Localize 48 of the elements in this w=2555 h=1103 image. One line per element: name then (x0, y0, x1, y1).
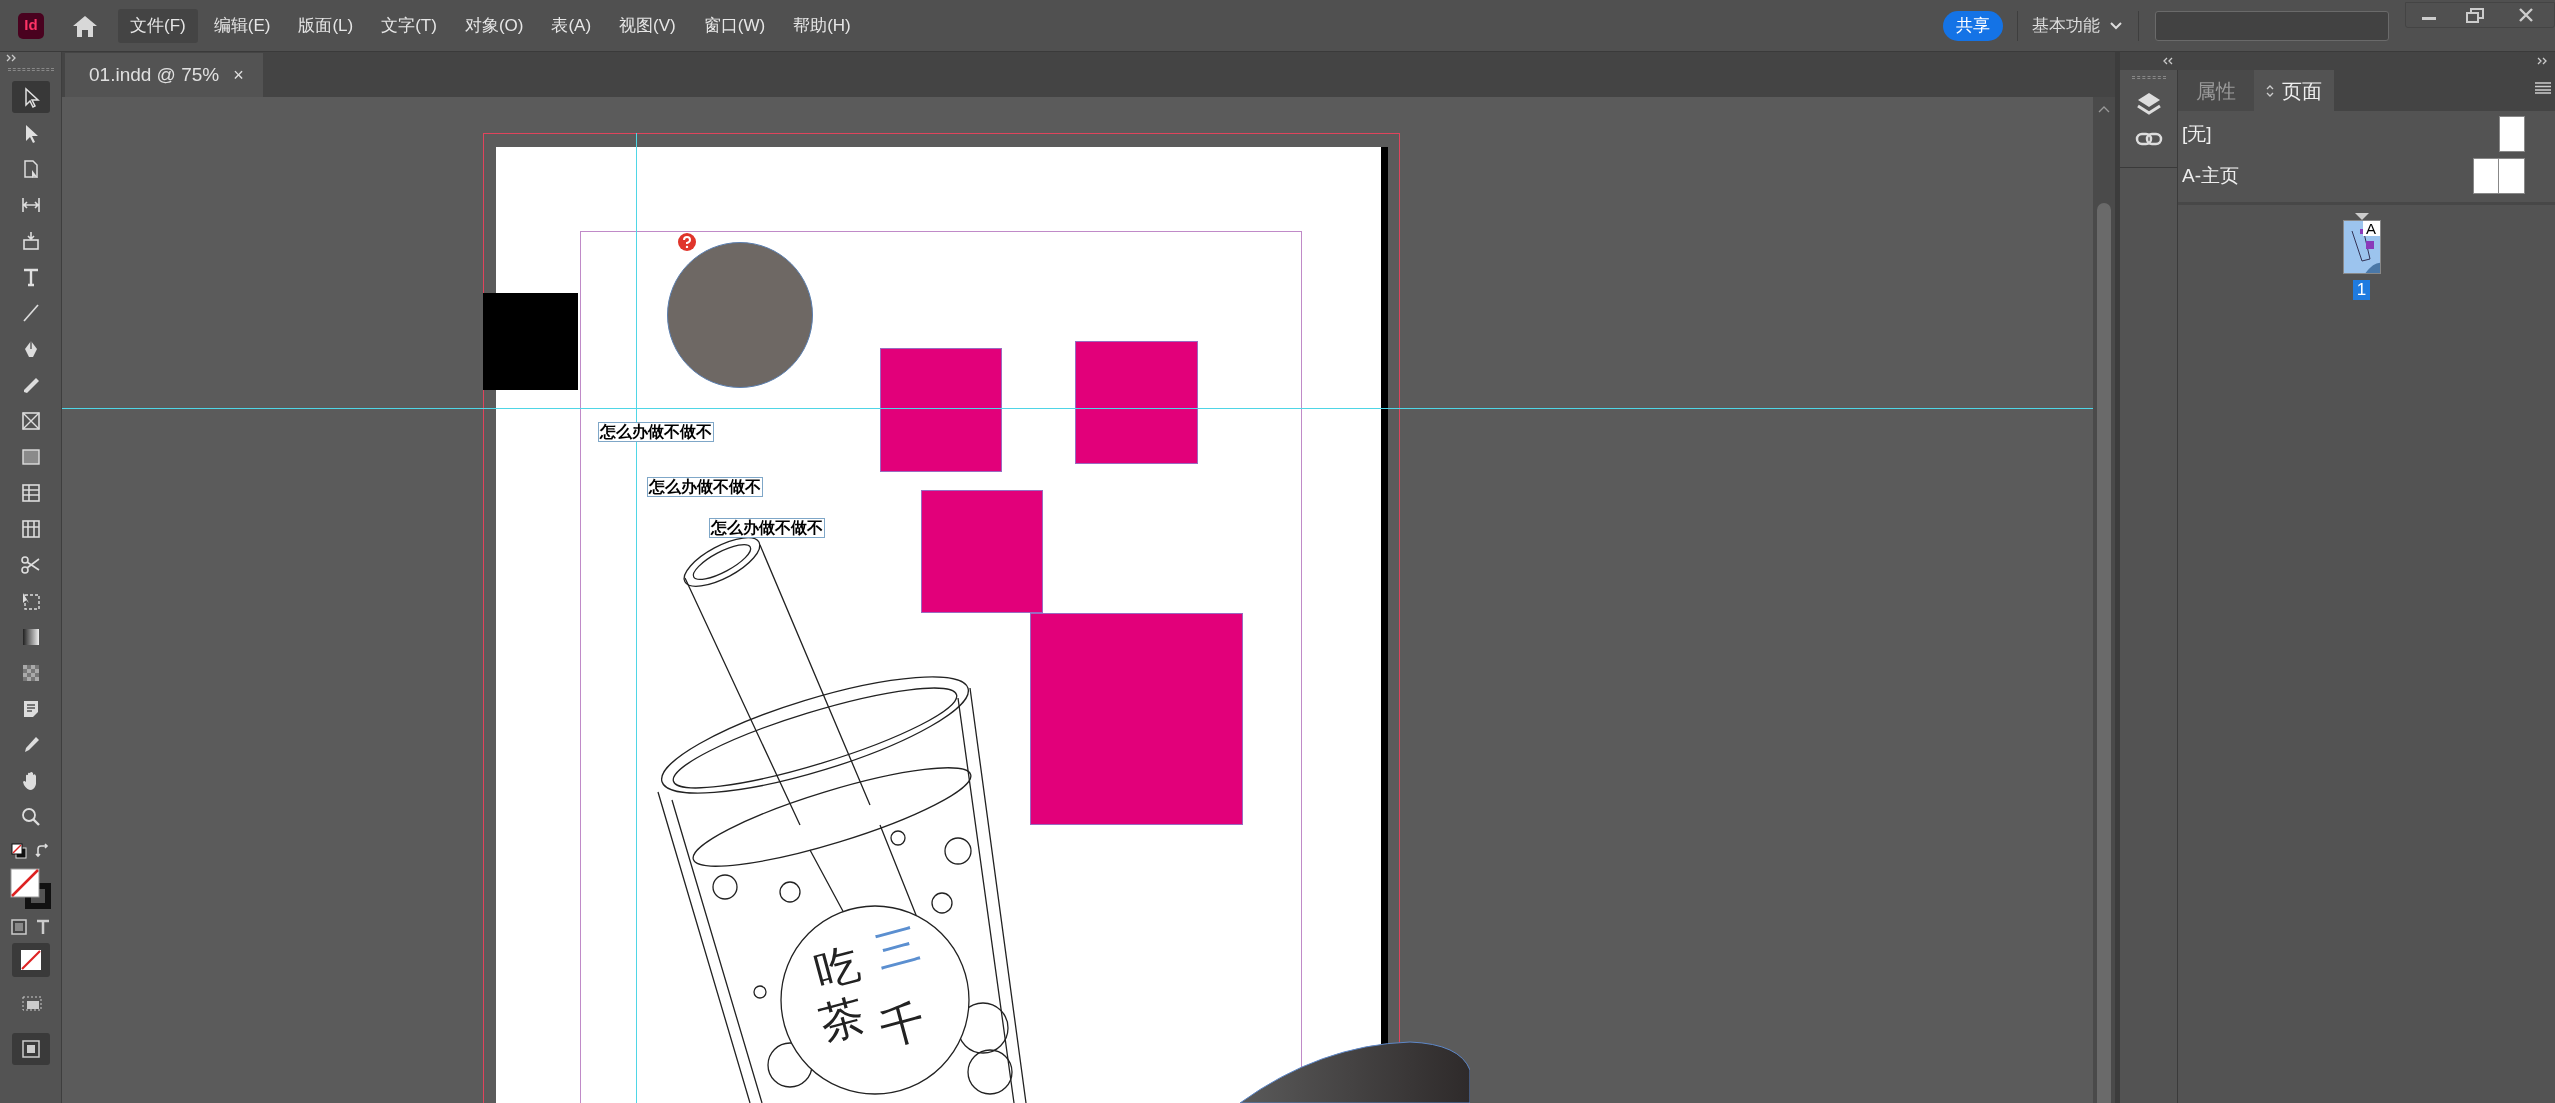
workspace-switcher[interactable]: 基本功能 (2032, 12, 2122, 39)
text-frame: 怎么办做不做不 (647, 477, 763, 497)
container-icon[interactable] (10, 919, 27, 935)
menu-item[interactable]: 表(A) (539, 8, 604, 43)
text-format-icon[interactable] (34, 919, 51, 935)
menu-item[interactable]: 对象(O) (452, 8, 536, 43)
expand-icon[interactable] (2537, 57, 2549, 65)
layers-icon[interactable] (2135, 91, 2162, 117)
master-row[interactable]: A-主页 (2178, 155, 2555, 197)
master-prefix: A (2362, 221, 2380, 236)
search-field[interactable] (2155, 10, 2389, 41)
page-thumbnail (2499, 116, 2525, 152)
text-frame: 怎么办做不做不 (598, 422, 714, 442)
menu-item[interactable]: 视图(V) (607, 8, 688, 43)
share-button[interactable]: 共享 (1943, 10, 2003, 41)
menu-item[interactable]: 文字(T) (369, 8, 449, 43)
menu-item[interactable]: 编辑(E) (201, 8, 283, 43)
menu-item[interactable]: 版面(L) (286, 8, 366, 43)
document-tab[interactable]: 01.indd @ 75% × (65, 53, 263, 97)
master-row[interactable]: [无] (2178, 113, 2555, 155)
tab-title[interactable]: 01.indd @ 75% (89, 60, 220, 90)
expand-icon[interactable] (6, 54, 18, 62)
menu-item[interactable]: 文件(F) (118, 8, 198, 43)
screen-mode-icon[interactable] (11, 1033, 50, 1065)
panel-tab[interactable]: 页面 (2254, 70, 2334, 111)
fill-stroke-swatch[interactable] (8, 867, 53, 911)
chevron-down-icon[interactable] (2110, 21, 2122, 30)
app-logo: Id (18, 12, 44, 39)
page-number[interactable]: 1 (2352, 280, 2371, 300)
logo-character: 三 (869, 917, 926, 978)
text-frame: 怎么办做不做不 (709, 518, 825, 538)
collapse-icon[interactable] (2162, 57, 2174, 65)
menu-item[interactable]: 帮助(H) (781, 8, 863, 43)
links-icon[interactable] (2134, 131, 2163, 147)
spread-thumbnail (2473, 158, 2525, 194)
selection-tool-icon[interactable] (11, 81, 50, 113)
panel-menu-icon[interactable] (2535, 82, 2551, 94)
menu-item[interactable]: 窗口(W) (691, 8, 778, 43)
tab-close-button[interactable]: × (233, 61, 244, 89)
page-thumbnail[interactable]: A (2342, 220, 2381, 274)
apply-none-icon[interactable] (11, 943, 50, 977)
scroll-up-icon[interactable] (2098, 105, 2110, 113)
default-colors-icon[interactable] (10, 843, 27, 859)
home-icon[interactable] (72, 13, 98, 38)
logo-character: 千 (874, 994, 931, 1055)
swap-icon[interactable] (34, 843, 51, 859)
scrollbar[interactable] (2093, 97, 2115, 1103)
sort-icon (2266, 84, 2274, 97)
